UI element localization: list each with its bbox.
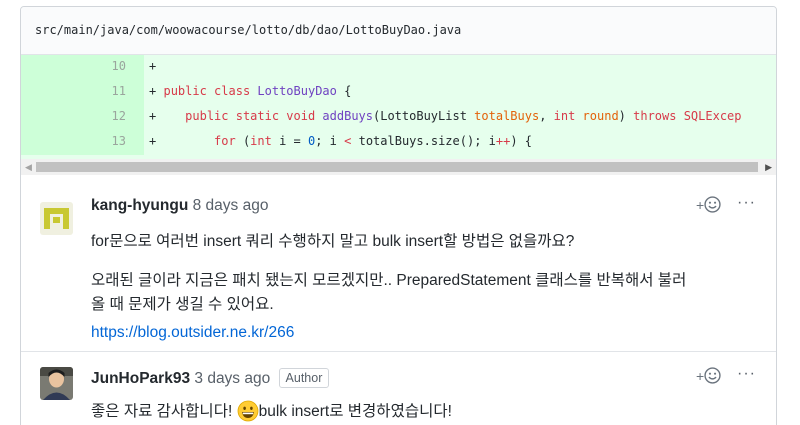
diff-hunk: 10 + 11 + public class LottoBuyDao { 12 … bbox=[21, 55, 776, 159]
horizontal-scrollbar[interactable]: ◀ ▶ bbox=[21, 159, 776, 175]
diff-line: 11 + public class LottoBuyDao { bbox=[21, 80, 776, 105]
diff-line: 12 + public static void addBuys(LottoBuy… bbox=[21, 105, 776, 130]
comment-divider bbox=[21, 351, 776, 352]
user-photo-icon bbox=[40, 367, 73, 400]
avatar[interactable] bbox=[40, 367, 73, 400]
comment-header: kang-hyungu 8 days ago bbox=[91, 197, 268, 215]
scroll-left-arrow-icon[interactable]: ◀ bbox=[25, 162, 32, 173]
diff-line: 10 + bbox=[21, 55, 776, 80]
smiley-icon bbox=[704, 367, 721, 384]
comment-text: 오래된 글이라 지금은 패치 됐는지 모르겠지만.. PreparedState… bbox=[91, 272, 687, 313]
add-reaction-button[interactable]: + bbox=[696, 196, 721, 214]
grinning-emoji-icon bbox=[237, 400, 258, 422]
reference-link[interactable]: https://blog.outsider.ne.kr/266 bbox=[91, 321, 294, 345]
file-path[interactable]: src/main/java/com/woowacourse/lotto/db/d… bbox=[21, 7, 776, 55]
code-line: + for (int i = 0; i < totalBuys.size(); … bbox=[149, 134, 533, 148]
more-options-button[interactable]: ··· bbox=[737, 365, 756, 383]
comment-text: for문으로 여러번 insert 쿼리 수행하지 말고 bulk insert… bbox=[91, 233, 575, 250]
timestamp[interactable]: 3 days ago bbox=[194, 370, 270, 387]
scroll-right-arrow-icon[interactable]: ▶ bbox=[765, 162, 772, 173]
author-badge: Author bbox=[278, 368, 330, 388]
smiley-icon bbox=[704, 196, 721, 213]
comment-text: 좋은 자료 감사합니다! bulk insert로 변경하였습니다! bbox=[91, 400, 452, 424]
review-thread: src/main/java/com/woowacourse/lotto/db/d… bbox=[20, 6, 777, 425]
timestamp[interactable]: 8 days ago bbox=[193, 197, 269, 214]
comment-header: JunHoPark93 3 days ago Author bbox=[91, 368, 330, 388]
line-number[interactable]: 11 bbox=[21, 80, 144, 105]
code-line: + public static void addBuys(LottoBuyLis… bbox=[149, 109, 742, 123]
author-name[interactable]: kang-hyungu bbox=[91, 197, 188, 214]
add-reaction-button[interactable]: + bbox=[696, 367, 721, 385]
author-name[interactable]: JunHoPark93 bbox=[91, 370, 190, 387]
more-options-button[interactable]: ··· bbox=[737, 194, 756, 212]
avatar[interactable] bbox=[40, 202, 73, 235]
line-number[interactable]: 12 bbox=[21, 105, 144, 130]
code-line: + public class LottoBuyDao { bbox=[149, 84, 352, 98]
line-number[interactable]: 10 bbox=[21, 55, 144, 80]
identicon-icon bbox=[40, 202, 73, 235]
diff-line: 13 + for (int i = 0; i < totalBuys.size(… bbox=[21, 130, 776, 155]
scrollbar-thumb[interactable] bbox=[36, 162, 758, 172]
line-number[interactable]: 13 bbox=[21, 130, 144, 155]
code-line: + bbox=[149, 59, 157, 73]
